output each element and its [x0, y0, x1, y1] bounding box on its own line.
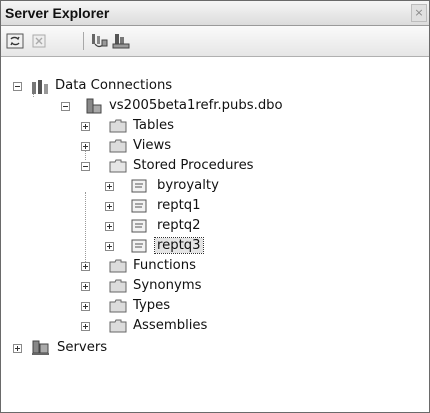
stored-procedure-icon [131, 219, 147, 233]
folder-icon [109, 259, 127, 273]
stop-refresh-button[interactable] [29, 32, 49, 50]
stored-procedure-icon [131, 179, 147, 193]
tree-label: vs2005beta1refr.pubs.dbo [109, 98, 283, 113]
tree-label: Views [133, 138, 172, 153]
database-connection-icon [86, 98, 102, 114]
connection-tree: Data Connections vs2005beta1refr.pubs.db… [1, 57, 429, 412]
tree-label: Assemblies [133, 318, 208, 333]
folder-icon [109, 139, 127, 153]
collapse-icon[interactable] [13, 82, 22, 91]
close-button[interactable]: × [411, 4, 427, 22]
expand-icon[interactable] [13, 344, 22, 353]
tree-item-types[interactable]: Types [1, 297, 429, 316]
tree-label: reptq1 [157, 198, 201, 213]
connect-database-icon [92, 34, 108, 48]
expand-icon[interactable] [105, 242, 114, 251]
window-title: Server Explorer [5, 5, 110, 21]
collapse-icon[interactable] [61, 102, 70, 111]
expand-icon[interactable] [81, 122, 90, 131]
connect-server-icon [112, 34, 130, 49]
tree-label: byroyalty [157, 178, 219, 193]
tree-label: Stored Procedures [133, 158, 254, 173]
stored-procedure-icon [131, 239, 147, 253]
connect-to-database-button[interactable] [89, 32, 109, 50]
tree-label: Functions [133, 258, 196, 273]
toolbar [1, 26, 429, 57]
tree-label-selected: reptq3 [154, 237, 204, 254]
tree-item-stored-procedures[interactable]: Stored Procedures [1, 157, 429, 176]
folder-icon [109, 119, 127, 133]
servers-icon [32, 340, 49, 355]
tree-item-data-connections[interactable]: Data Connections [1, 77, 429, 96]
expand-icon[interactable] [105, 182, 114, 191]
expand-icon[interactable] [105, 222, 114, 231]
tree-label: Types [133, 298, 171, 313]
expand-icon[interactable] [81, 322, 90, 331]
refresh-button[interactable] [5, 32, 25, 50]
tree-item-views[interactable]: Views [1, 137, 429, 156]
tree-item-assemblies[interactable]: Assemblies [1, 317, 429, 336]
folder-open-icon [109, 159, 127, 173]
tree-item-procedure[interactable]: reptq2 [1, 217, 429, 236]
collapse-icon[interactable] [81, 162, 90, 171]
tree-item-tables[interactable]: Tables [1, 117, 429, 136]
expand-icon[interactable] [81, 282, 90, 291]
tree-label: Tables [133, 118, 174, 133]
tree-item-procedure-selected[interactable]: reptq3 [1, 237, 429, 256]
stored-procedure-icon [131, 199, 147, 213]
title-bar: Server Explorer × [1, 1, 429, 26]
stop-icon [32, 34, 46, 48]
tree-label: reptq2 [157, 218, 201, 233]
tree-label: Synonyms [133, 278, 202, 293]
toolbar-separator [83, 32, 84, 50]
tree-item-connection[interactable]: vs2005beta1refr.pubs.dbo [1, 97, 429, 116]
tree-item-procedure[interactable]: reptq1 [1, 197, 429, 216]
tree-label: Data Connections [55, 78, 173, 93]
tree-item-servers[interactable]: Servers [1, 339, 429, 358]
refresh-icon [6, 33, 24, 49]
expand-icon[interactable] [81, 262, 90, 271]
tree-item-synonyms[interactable]: Synonyms [1, 277, 429, 296]
connect-to-server-button[interactable] [111, 32, 131, 50]
expand-icon[interactable] [81, 142, 90, 151]
server-explorer-window: Server Explorer × Data Connections vs200… [0, 0, 430, 413]
tree-label: Servers [57, 340, 108, 355]
folder-icon [109, 299, 127, 313]
expand-icon[interactable] [81, 302, 90, 311]
expand-icon[interactable] [105, 202, 114, 211]
tree-item-procedure[interactable]: byroyalty [1, 177, 429, 196]
folder-icon [109, 319, 127, 333]
data-connections-icon [32, 80, 48, 94]
tree-item-functions[interactable]: Functions [1, 257, 429, 276]
folder-icon [109, 279, 127, 293]
